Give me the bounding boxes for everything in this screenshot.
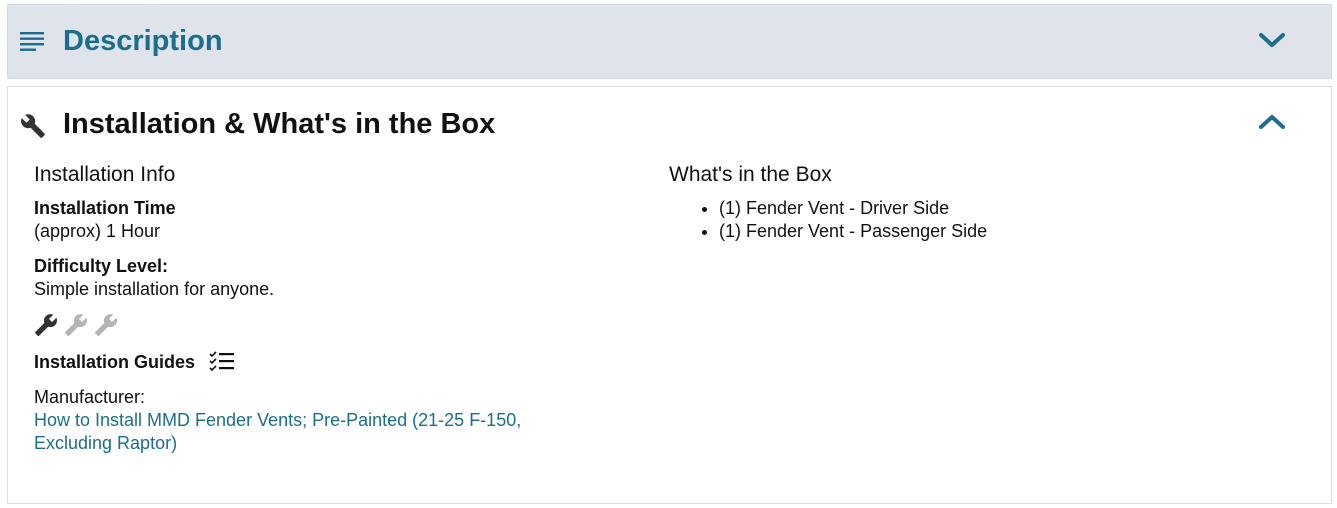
installation-info-heading: Installation Info [34,163,176,186]
wrench-icon [65,314,88,336]
chevron-up-icon[interactable] [1258,111,1286,133]
whats-in-box-heading: What's in the Box [669,163,832,186]
lines-icon [20,32,44,51]
installation-guides-row: Installation Guides [34,349,594,375]
installation-info-section: Installation Info Installation Time (app… [34,161,594,455]
installation-time-label: Installation Time [34,198,176,218]
list-item: (1) Fender Vent - Passenger Side [719,220,1269,243]
install-guide-link[interactable]: How to Install MMD Fender Vents; Pre-Pai… [34,409,554,455]
wrench-icon [95,314,118,336]
wrench-icon [21,114,45,138]
wrench-icon [35,314,58,336]
difficulty-rating [34,313,594,337]
difficulty-level-label: Difficulty Level: [34,256,169,276]
difficulty-level-value: Simple installation for anyone. [34,279,275,299]
whats-in-box-section: What's in the Box (1) Fender Vent - Driv… [669,161,1269,243]
checklist-icon [209,351,235,372]
manufacturer-block: Manufacturer: How to Install MMD Fender … [34,386,594,455]
manufacturer-label: Manufacturer: [34,387,146,407]
description-panel[interactable]: Description [7,4,1332,79]
box-items-list: (1) Fender Vent - Driver Side (1) Fender… [669,197,1269,243]
installation-panel: Installation & What's in the Box Install… [7,86,1332,504]
list-item: (1) Fender Vent - Driver Side [719,197,1269,220]
installation-title: Installation & What's in the Box [63,108,496,140]
chevron-down-icon[interactable] [1258,29,1286,51]
description-title: Description [63,25,223,57]
installation-time-value: (approx) 1 Hour [34,221,161,241]
installation-guides-label: Installation Guides [34,351,196,372]
